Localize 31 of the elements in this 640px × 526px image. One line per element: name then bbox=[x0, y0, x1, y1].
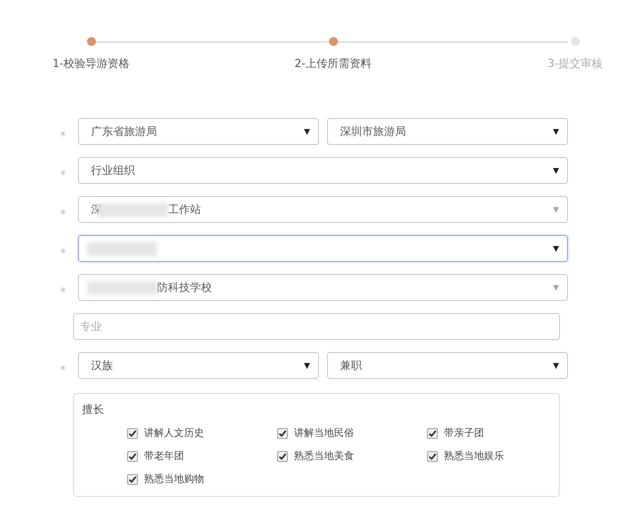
required-mark: * bbox=[60, 168, 66, 182]
select-field[interactable] bbox=[78, 235, 568, 262]
checkbox-label: 熟悉当地娱乐 bbox=[444, 450, 504, 463]
input-field[interactable]: 专业 bbox=[73, 313, 560, 340]
checkbox[interactable] bbox=[277, 428, 288, 438]
checkbox-label: 熟悉当地购物 bbox=[144, 472, 204, 486]
select-field[interactable]: 深圳市旅游局 bbox=[327, 118, 568, 145]
checkbox[interactable] bbox=[277, 450, 288, 462]
select-field[interactable]: 汉族 bbox=[78, 352, 319, 379]
required-mark: * bbox=[60, 246, 66, 260]
checkbox[interactable] bbox=[127, 428, 138, 438]
skills-title: 擅长 bbox=[82, 402, 104, 417]
checkbox-label: 熟悉当地美食 bbox=[294, 450, 354, 463]
checkbox-label: 讲解当地民俗 bbox=[294, 426, 354, 440]
checkbox[interactable] bbox=[127, 450, 138, 462]
select-field[interactable]: 兼职 bbox=[327, 352, 568, 379]
checkbox[interactable] bbox=[127, 474, 138, 484]
step-label: 1-校验导游资格 bbox=[52, 56, 130, 71]
step-label: 2-上传所需资料 bbox=[294, 56, 372, 71]
checkbox-label: 带老年团 bbox=[144, 450, 184, 463]
checkbox[interactable] bbox=[427, 450, 438, 462]
required-mark: * bbox=[60, 284, 66, 298]
checkbox-label: 讲解人文历史 bbox=[144, 426, 204, 440]
checkbox[interactable] bbox=[427, 428, 438, 438]
select-field[interactable]: 广东省旅游局 bbox=[78, 118, 319, 145]
checkbox-label: 带亲子团 bbox=[444, 426, 484, 440]
required-mark: * bbox=[60, 206, 66, 220]
required-mark: * bbox=[60, 362, 66, 376]
required-mark: * bbox=[60, 128, 66, 142]
select-field[interactable]: 行业组织 bbox=[78, 157, 568, 184]
step-label: 3-提交审核 bbox=[548, 56, 602, 71]
